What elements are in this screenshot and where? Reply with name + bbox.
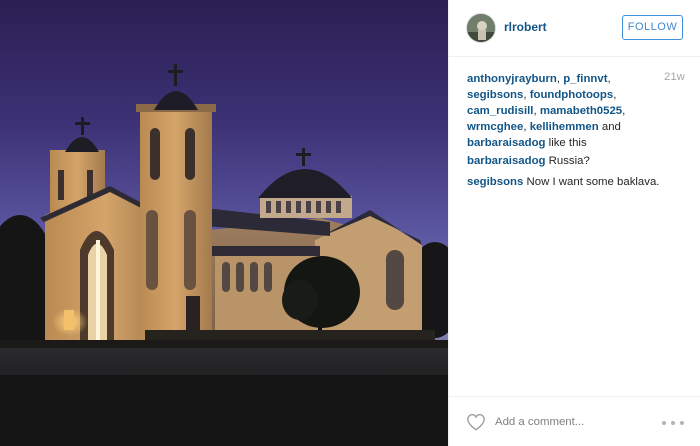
liker-link[interactable]: foundphotoops bbox=[530, 89, 614, 101]
comment-item: barbaraisadog Russia? bbox=[467, 153, 689, 169]
comment-item: segibsons Now I want some baklava. bbox=[467, 174, 689, 190]
post-timestamp[interactable]: 21w bbox=[664, 71, 685, 83]
church-image bbox=[0, 64, 448, 446]
author-username[interactable]: rlrobert bbox=[504, 20, 547, 34]
comment-list: barbaraisadog Russia? segibsons Now I wa… bbox=[467, 153, 689, 195]
post-photo[interactable] bbox=[0, 0, 448, 446]
post-header: rlrobert FOLLOW bbox=[449, 0, 700, 57]
dot bbox=[680, 421, 684, 425]
dot bbox=[671, 421, 675, 425]
likes-suffix: like this bbox=[548, 137, 587, 149]
likes-connector: and bbox=[601, 121, 621, 133]
liker-link[interactable]: segibsons bbox=[467, 89, 523, 101]
liker-link[interactable]: wrmcghee bbox=[467, 121, 523, 133]
liker-link[interactable]: anthonyjrayburn bbox=[467, 73, 557, 85]
comment-author[interactable]: barbaraisadog bbox=[467, 155, 546, 167]
post-footer bbox=[449, 396, 700, 446]
likes-summary: anthonyjrayburn, p_finnvt, segibsons, fo… bbox=[467, 73, 626, 149]
add-comment-input[interactable] bbox=[495, 412, 655, 432]
heart-icon[interactable] bbox=[466, 413, 486, 431]
follow-button[interactable]: FOLLOW bbox=[622, 15, 683, 40]
avatar[interactable] bbox=[466, 13, 496, 43]
liker-link[interactable]: p_finnvt bbox=[563, 73, 607, 85]
avatar-image bbox=[467, 14, 495, 42]
post-side-panel: rlrobert FOLLOW anthonyjrayburn, p_finnv… bbox=[448, 0, 700, 446]
more-options-icon[interactable] bbox=[662, 420, 684, 426]
liker-link[interactable]: cam_rudisill bbox=[467, 105, 533, 117]
comment-text: Russia? bbox=[548, 155, 590, 167]
liker-link[interactable]: mamabeth0525 bbox=[540, 105, 622, 117]
liker-link[interactable]: barbaraisadog bbox=[467, 137, 546, 149]
comment-text: Now I want some baklava. bbox=[526, 176, 660, 188]
comment-author[interactable]: segibsons bbox=[467, 176, 523, 188]
liker-link[interactable]: kellihemmen bbox=[530, 121, 599, 133]
dot bbox=[662, 421, 666, 425]
